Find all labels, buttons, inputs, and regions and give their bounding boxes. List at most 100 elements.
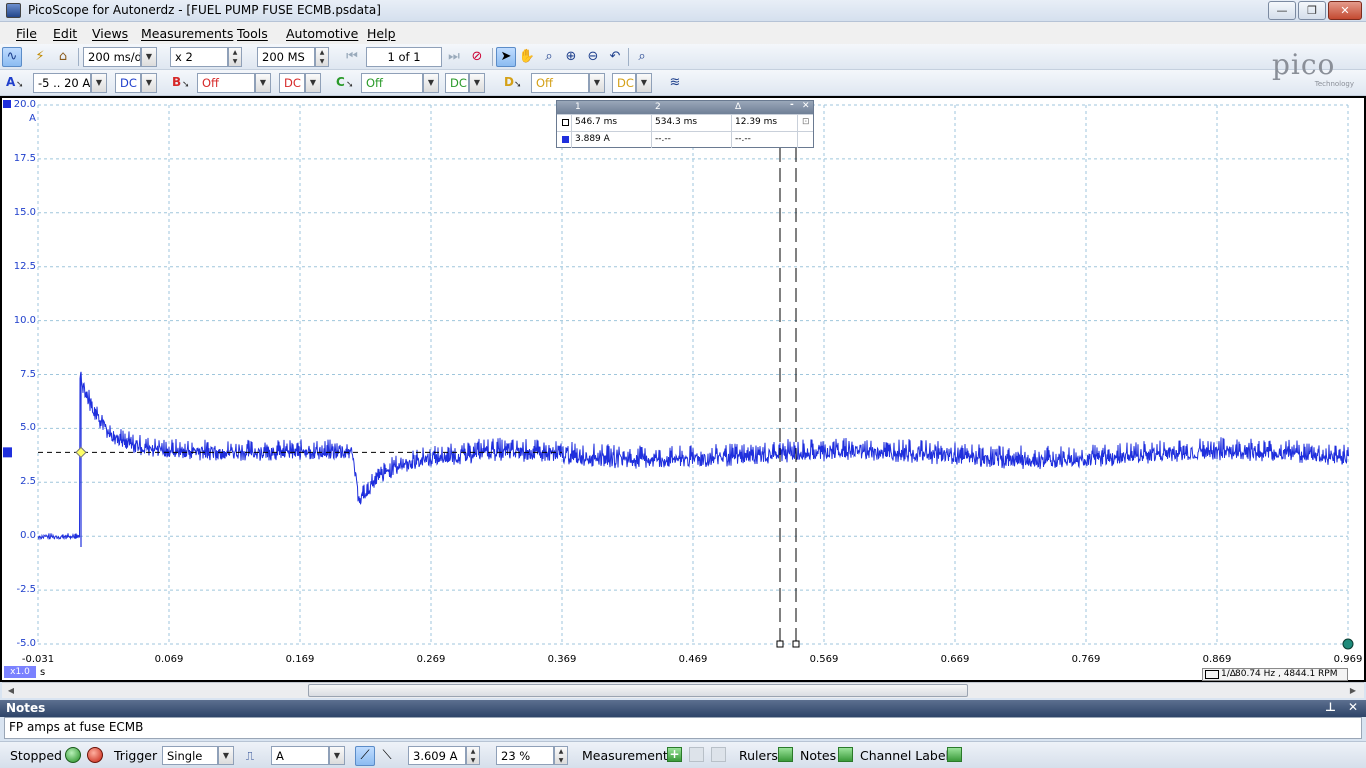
channel-labels-toggle-icon[interactable] [947, 747, 962, 762]
pre-trigger-field[interactable]: 23 % [496, 746, 554, 765]
zoom-select-icon[interactable]: ⌕ [539, 47, 559, 67]
hand-tool-icon[interactable]: ✋ [517, 47, 537, 67]
channel-b-label[interactable]: B [172, 75, 181, 89]
trigger-channel-select[interactable]: A [271, 746, 329, 765]
channel-a-range-dropdown[interactable]: ▼ [91, 73, 107, 93]
channel-c-coupling-dropdown[interactable]: ▼ [469, 73, 485, 93]
trigger-mode-dropdown[interactable]: ▼ [218, 746, 234, 765]
trigger-level-field[interactable]: 3.609 A [408, 746, 466, 765]
buffer-page-field[interactable]: 1 of 1 [366, 47, 442, 67]
menu-automotive[interactable]: Automotive [286, 26, 358, 41]
start-icon[interactable] [65, 747, 81, 763]
channel-d-range-dropdown[interactable]: ▼ [589, 73, 605, 93]
notes-panel-header: Notes ⊥ ✕ [0, 700, 1366, 717]
close-button[interactable]: ✕ [1328, 1, 1362, 20]
notes-textarea[interactable]: FP amps at fuse ECMB [4, 717, 1362, 739]
rulers-table-header: 1 2 Δ - ✕ [557, 100, 813, 114]
pin-icon[interactable]: ⊥ [1325, 700, 1336, 714]
y-tick-label: 17.5 [13, 152, 36, 164]
auto-setup-icon[interactable]: ⚡ [30, 47, 50, 67]
advanced-trigger-icon[interactable]: ⎍ [240, 746, 260, 766]
scroll-left-icon[interactable]: ◀ [4, 684, 18, 697]
add-measurement-icon[interactable]: + [667, 747, 682, 762]
rulers-toggle-icon[interactable] [778, 747, 793, 762]
menu-help[interactable]: Help [367, 26, 396, 41]
channel-d-range[interactable]: Off [531, 73, 589, 93]
scope-mode-icon[interactable]: ∿ [2, 47, 22, 67]
channel-a-range[interactable]: -5 .. 20 A [33, 73, 91, 93]
pointer-tool-icon[interactable]: ➤ [496, 47, 516, 67]
notes-toggle-icon[interactable] [838, 747, 853, 762]
channel-b-coupling-dropdown[interactable]: ▼ [305, 73, 321, 93]
channel-c-probe-icon[interactable]: ➘ [346, 80, 354, 90]
channel-a-coupling-dropdown[interactable]: ▼ [141, 73, 157, 93]
lock-icon[interactable]: ⊡ [802, 117, 810, 127]
table-close-icon[interactable]: ✕ [802, 101, 810, 111]
stop-icon[interactable] [87, 747, 103, 763]
channel-a-coupling[interactable]: DC [115, 73, 141, 93]
window-title: PicoScope for Autonerdz - [FUEL PUMP FUS… [28, 3, 381, 17]
maximize-button[interactable]: ❐ [1298, 1, 1326, 20]
channel-c-label[interactable]: C [336, 75, 345, 89]
math-channels-icon[interactable]: ≋ [665, 73, 685, 93]
table-minimize-icon[interactable]: - [790, 100, 794, 110]
x-scale-badge[interactable]: x1.0 [4, 666, 36, 678]
zoom-field[interactable]: x 2 [170, 47, 228, 67]
channel-c-range[interactable]: Off [361, 73, 423, 93]
zoom-spinner[interactable]: ▲ ▼ [228, 47, 242, 67]
rising-edge-icon[interactable]: ⟋ [355, 746, 375, 766]
channel-labels-label: Channel Labels [860, 748, 956, 763]
y-tick-label: 20.0 [13, 99, 36, 110]
picoscope-window: PicoScope for Autonerdz - [FUEL PUMP FUS… [0, 0, 1366, 768]
channel-a-probe-icon[interactable]: ➘ [16, 80, 24, 90]
trigger-mode-select[interactable]: Single [162, 746, 218, 765]
scope-view[interactable]: 20.0 17.5 15.0 12.5 10.0 7.5 5.0 2.5 0.0 -2.5 -5.0… [0, 96, 1366, 682]
next-buffer-icon[interactable]: ⏭ [444, 47, 464, 67]
samples-spinner[interactable]: ▲ ▼ [315, 47, 329, 67]
channel-b-range[interactable]: Off [197, 73, 255, 93]
compass-icon[interactable]: ⊘ [467, 47, 487, 67]
zoom-out-icon[interactable]: ⊖ [583, 47, 603, 67]
channel-c-coupling[interactable]: DC [445, 73, 469, 93]
home-icon[interactable]: ⌂ [53, 47, 73, 67]
channel-d-probe-icon[interactable]: ➘ [514, 80, 522, 90]
menu-file[interactable]: File [16, 26, 37, 41]
channel-offset-marker [3, 447, 12, 458]
channel-b-probe-icon[interactable]: ➘ [182, 80, 190, 90]
channel-d-coupling[interactable]: DC [612, 73, 636, 93]
edit-measurement-icon [689, 747, 704, 762]
samples-field[interactable]: 200 MS [257, 47, 315, 67]
timebase-dropdown[interactable]: ▼ [141, 47, 157, 67]
zoom-fit-icon[interactable]: ⌕ [632, 47, 652, 67]
menu-measurements[interactable]: Measurements [141, 26, 233, 41]
x-tick-label: 0.269 [416, 654, 446, 665]
trigger-marker-icon [75, 446, 87, 459]
menu-views[interactable]: Views [92, 26, 128, 41]
notes-close-icon[interactable]: ✕ [1348, 700, 1358, 714]
minimize-button[interactable]: — [1268, 1, 1296, 20]
channel-b-range-dropdown[interactable]: ▼ [255, 73, 271, 93]
channel-d-coupling-dropdown[interactable]: ▼ [636, 73, 652, 93]
zoom-in-icon[interactable]: ⊕ [561, 47, 581, 67]
trigger-level-spinner[interactable]: ▲ ▼ [466, 746, 480, 765]
x-tick-label: 0.469 [678, 654, 708, 665]
menu-tools[interactable]: Tools [237, 26, 268, 41]
falling-edge-icon[interactable]: ⟍ [377, 746, 397, 766]
first-buffer-icon[interactable]: ⏮ [342, 47, 362, 67]
y-tick-label: 2.5 [20, 476, 36, 488]
scroll-thumb[interactable] [308, 684, 968, 697]
undo-zoom-icon[interactable]: ↶ [605, 47, 625, 67]
channel-d-label[interactable]: D [504, 75, 514, 89]
channel-c-range-dropdown[interactable]: ▼ [423, 73, 439, 93]
menu-edit[interactable]: Edit [53, 26, 77, 41]
pre-trigger-spinner[interactable]: ▲ ▼ [554, 746, 568, 765]
timebase-select[interactable]: 200 ms/div [83, 47, 141, 67]
horizontal-scrollbar[interactable]: ◀ ▶ [2, 682, 1364, 698]
y-tick-label: -2.5 [16, 584, 36, 596]
scroll-right-icon[interactable]: ▶ [1346, 684, 1360, 697]
channel-b-coupling[interactable]: DC [279, 73, 305, 93]
channel-a-label[interactable]: A [6, 75, 15, 89]
trigger-channel-dropdown[interactable]: ▼ [329, 746, 345, 765]
waveform-plot[interactable] [2, 98, 1364, 680]
rulers-table[interactable]: 1 2 Δ - ✕ 546.7 ms 534.3 ms 12.39 ms ⊡ 3… [556, 100, 814, 148]
